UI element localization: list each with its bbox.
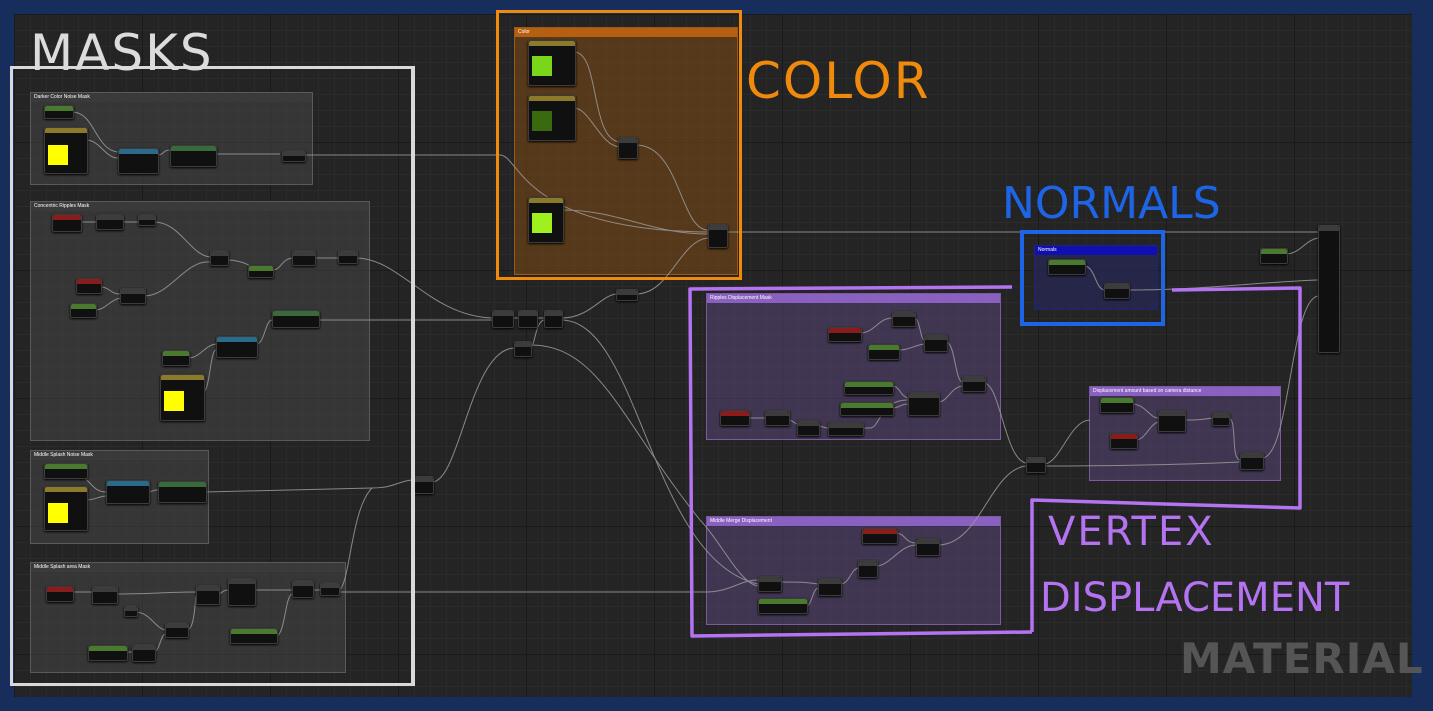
node-lerp-b[interactable] xyxy=(518,310,538,328)
node-ripple-height[interactable] xyxy=(868,344,900,360)
node-frac-3[interactable] xyxy=(797,420,820,436)
node-multiply-color[interactable] xyxy=(616,289,638,301)
node-camera-distance[interactable] xyxy=(1158,410,1186,432)
node-ripple-speed[interactable] xyxy=(828,327,862,342)
editor-window: Darker Color Noise Mask Concentric Rippl… xyxy=(0,0,1433,711)
node-power-merge[interactable] xyxy=(858,560,878,578)
node-add-total[interactable] xyxy=(1026,457,1046,473)
node-multiply-disp-2[interactable] xyxy=(924,334,948,352)
comment-title: Middle Merge Displacement xyxy=(707,517,1000,526)
comment-title: Displacement amount based on camera dist… xyxy=(1090,387,1280,396)
node-multiply-final[interactable] xyxy=(1240,452,1264,470)
node-add-disp[interactable] xyxy=(962,376,986,392)
masks-label: MASKS xyxy=(30,24,214,82)
normals-frame xyxy=(1020,230,1165,326)
node-one-minus[interactable] xyxy=(514,341,532,357)
comment-middle-merge-displacement[interactable]: Middle Merge Displacement xyxy=(706,516,1001,625)
node-lerp-merge[interactable] xyxy=(758,576,782,592)
vertex-label: VERTEX xyxy=(1048,509,1215,555)
node-one-minus-2[interactable] xyxy=(1212,412,1230,426)
material-watermark: MATERIAL xyxy=(1180,634,1424,683)
displacement-label: DISPLACEMENT xyxy=(1040,575,1350,621)
node-material-output[interactable] xyxy=(1318,225,1340,353)
node-sphere-mask-3[interactable] xyxy=(828,422,864,436)
node-displacement-scale[interactable] xyxy=(844,381,894,395)
comment-title: Ripples Displacement Mask xyxy=(707,294,1000,303)
node-lerp-c[interactable] xyxy=(544,310,563,328)
color-frame xyxy=(496,10,742,280)
node-merge-speed[interactable] xyxy=(862,528,898,544)
node-add-masks[interactable] xyxy=(414,476,434,494)
node-lerp-disp[interactable] xyxy=(908,392,940,416)
node-camera-max-dist[interactable] xyxy=(1110,433,1138,449)
node-multiply-disp[interactable] xyxy=(892,311,916,327)
normals-label: NORMALS xyxy=(1002,178,1221,229)
node-merge-height[interactable] xyxy=(758,598,808,614)
node-displacement-offset[interactable] xyxy=(840,402,894,416)
node-time-3[interactable] xyxy=(720,410,750,426)
node-camera-position[interactable] xyxy=(1100,397,1134,413)
comment-ripples-displacement-mask[interactable]: Ripples Displacement Mask xyxy=(706,293,1001,440)
node-multiply-5[interactable] xyxy=(765,410,790,426)
node-lerp-a[interactable] xyxy=(492,310,514,328)
node-roughness[interactable] xyxy=(1260,248,1288,264)
color-label: COLOR xyxy=(746,52,931,110)
masks-frame xyxy=(10,66,415,686)
node-multiply-merge-2[interactable] xyxy=(818,578,842,596)
node-multiply-merge[interactable] xyxy=(916,538,940,556)
